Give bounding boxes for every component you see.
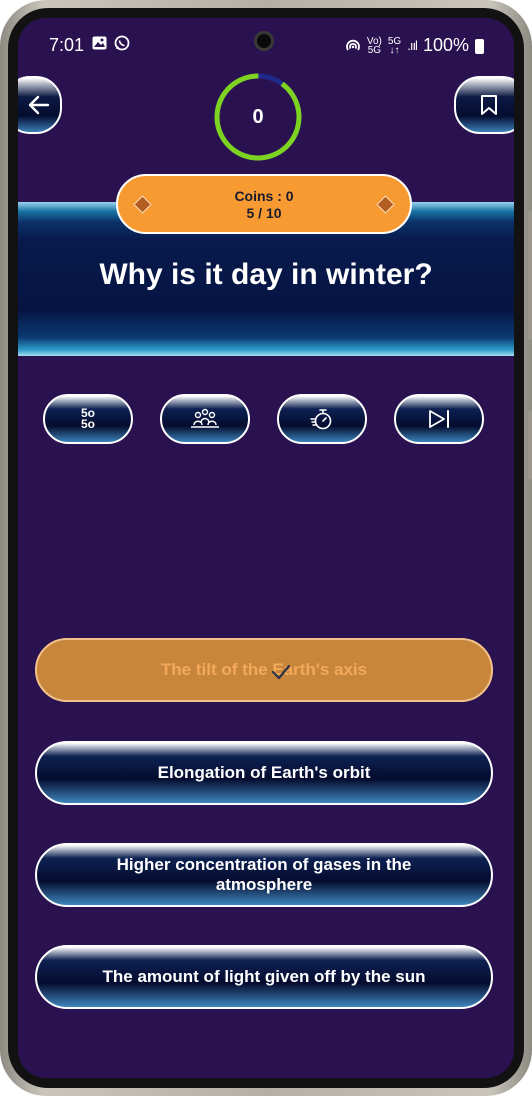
time-freeze-button[interactable] xyxy=(277,394,367,444)
stopwatch-icon xyxy=(310,409,332,430)
answer-text: Higher concentration of gases in the atm… xyxy=(116,855,412,894)
status-notification-icons xyxy=(92,35,130,53)
battery-percent: 100% xyxy=(422,35,469,55)
screen: 7:01 Vo) 5G 5G ↓↑ .ııl 100% 0 Coins: 0 … xyxy=(18,18,514,1078)
fifty-fifty-icon: 5o 5o xyxy=(80,406,95,431)
arrow-left-icon xyxy=(28,95,50,115)
answer-option-2[interactable]: Elongation of Earth's orbit xyxy=(35,741,493,805)
answer-option-4[interactable]: The amount of light given off by the sun xyxy=(35,945,493,1009)
bookmark-icon xyxy=(481,95,497,115)
skip-button[interactable] xyxy=(394,394,484,444)
answer-text: The amount of light given off by the sun xyxy=(102,967,426,986)
answer-text: The tilt of the Earth's axis xyxy=(160,660,368,679)
signal-icon: .ııl xyxy=(407,38,418,53)
answer-option-3[interactable]: Higher concentration of gases in the atm… xyxy=(35,843,493,907)
side-button-top xyxy=(528,210,532,340)
bookmark-button[interactable] xyxy=(454,76,514,134)
back-button[interactable] xyxy=(18,76,62,134)
status-time: 7:01 xyxy=(49,35,85,55)
timer-value: 0 xyxy=(252,105,264,128)
audience-poll-button[interactable] xyxy=(160,394,250,444)
audience-icon xyxy=(191,408,219,428)
question-progress: 5 / 10 xyxy=(246,205,282,221)
fifty-fifty-button[interactable]: 5o 5o xyxy=(43,394,133,444)
hotspot-icon xyxy=(345,39,360,50)
answer-text: Elongation of Earth's orbit xyxy=(157,763,371,782)
status-bar: 7:01 Vo) 5G 5G ↓↑ .ııl 100% xyxy=(18,18,514,70)
volte-indicator: Vo) 5G xyxy=(366,35,382,56)
answer-option-1[interactable]: The tilt of the Earth's axis xyxy=(35,638,493,702)
whatsapp-icon xyxy=(114,35,130,51)
status-right-icons: Vo) 5G 5G ↓↑ .ııl 100% xyxy=(345,35,484,56)
gallery-icon xyxy=(92,36,107,50)
front-camera xyxy=(254,31,274,51)
question-text: Why is it day in winter? xyxy=(99,258,433,291)
coins-label: Coins : 0 xyxy=(234,188,294,204)
checkmark-icon xyxy=(271,664,291,680)
side-button-bottom xyxy=(528,410,532,480)
skip-icon xyxy=(429,410,449,428)
battery-icon xyxy=(475,39,484,54)
coins-panel: Coins : 0 5 / 10 xyxy=(116,174,412,234)
5g-indicator: 5G ↓↑ xyxy=(387,35,402,56)
